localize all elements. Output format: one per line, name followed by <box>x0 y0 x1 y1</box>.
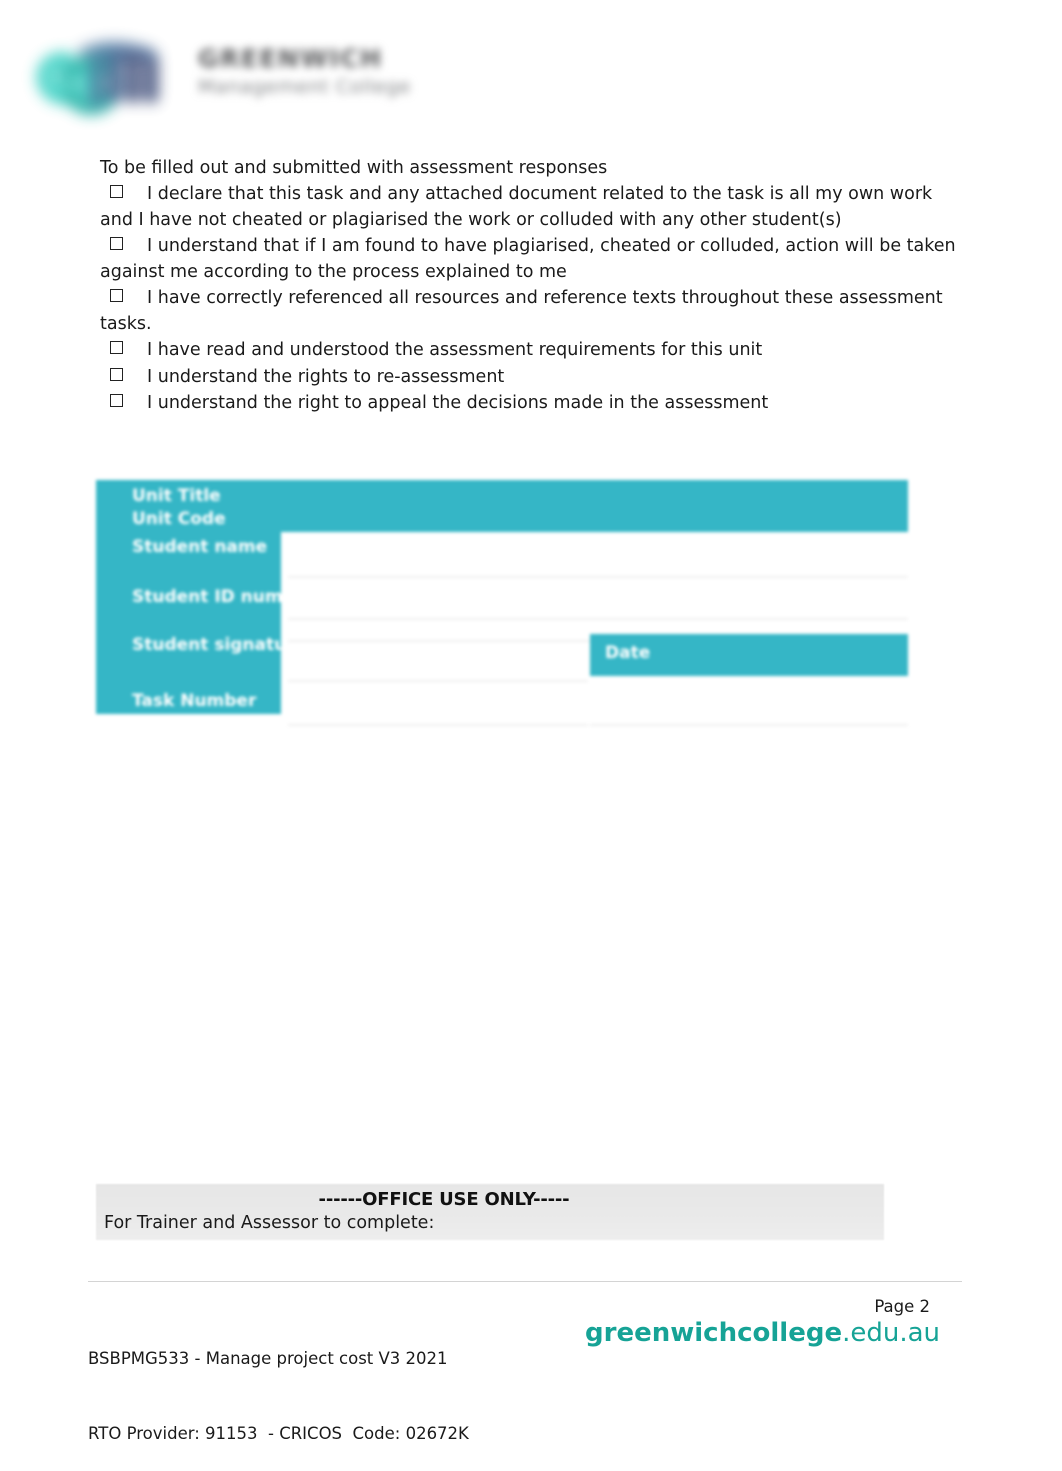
declaration-item-text: I have correctly referenced all resource… <box>100 288 943 334</box>
footer-document-info: BSBPMG533 - Manage project cost V3 2021 … <box>88 1296 469 1471</box>
declaration-intro: To be filled out and submitted with asse… <box>100 158 608 178</box>
table-value-unit-code[interactable] <box>288 580 908 620</box>
declaration-item-text: I understand the right to appeal the dec… <box>147 393 769 413</box>
declaration-item: I understand the right to appeal the dec… <box>100 391 968 417</box>
footer-url-brand: greenwichcollege <box>585 1318 843 1348</box>
footer-unit-line: BSBPMG533 - Manage project cost V3 2021 <box>88 1349 448 1368</box>
office-use-only-title: ------OFFICE USE ONLY----- <box>318 1189 570 1210</box>
declaration-item-text: I declare that this task and any attache… <box>100 184 933 230</box>
footer-page-number: Page 2 <box>874 1297 930 1316</box>
declaration-item-text: I understand the rights to re-assessment <box>147 366 505 387</box>
footer-divider <box>88 1281 962 1282</box>
declaration-checkbox-requirements[interactable] <box>110 341 123 354</box>
declaration-item: I understand the rights to re-assessment <box>100 365 968 391</box>
declaration-checkbox-reassessment[interactable] <box>110 367 123 381</box>
declaration-checkbox-appeal[interactable] <box>110 394 123 407</box>
table-label-unit-code: Unit Code <box>132 509 226 529</box>
declaration-checkbox-referencing[interactable] <box>110 289 123 302</box>
table-label-student-signature: Student signature <box>132 635 307 655</box>
footer-rto-line: RTO Provider: 91153 - CRICOS Code: 02672… <box>88 1424 469 1443</box>
declaration-item-text: I have read and understood the assessmen… <box>147 340 763 360</box>
table-label-date: Date <box>590 634 908 676</box>
declaration-item: I understand that if I am found to have … <box>100 234 968 285</box>
table-value-student-id[interactable] <box>288 642 588 682</box>
declaration-item: I declare that this task and any attache… <box>100 182 968 233</box>
table-label-column <box>96 532 281 714</box>
table-value-date[interactable] <box>590 684 908 726</box>
declaration-checkbox-own-work[interactable] <box>110 185 123 198</box>
declaration-item-text: I understand that if I am found to have … <box>100 236 956 282</box>
logo-wordmark-line1: GREENWICH <box>198 44 383 73</box>
declaration-item: I have correctly referenced all resource… <box>100 286 968 337</box>
declaration-checkbox-plagiarism-action[interactable] <box>110 237 123 250</box>
college-logo: GREENWICH Management College <box>30 14 430 124</box>
footer-url-tld: .edu.au <box>842 1318 940 1348</box>
table-label-task-number: Task Number <box>132 691 257 711</box>
declaration-item: I have read and understood the assessmen… <box>100 338 968 364</box>
table-value-unit-title[interactable] <box>288 538 908 578</box>
student-details-table: Unit Title Unit Code Student name Studen… <box>88 480 908 730</box>
greenwich-gm-swoosh-logo-icon <box>36 41 159 116</box>
table-label-student-id: Student ID number <box>132 587 315 607</box>
footer-website-url: greenwichcollege.edu.au <box>520 1318 940 1348</box>
logo-wordmark-line2: Management College <box>198 76 411 98</box>
logo-wordmark: GREENWICH Management College <box>198 44 448 116</box>
office-use-only-subtitle: For Trainer and Assessor to complete: <box>104 1213 435 1233</box>
student-declaration-section: To be filled out and submitted with asse… <box>100 156 968 417</box>
table-label-student-name: Student name <box>132 537 268 557</box>
table-value-student-signature[interactable] <box>288 684 588 726</box>
table-label-unit-title: Unit Title <box>132 486 221 506</box>
